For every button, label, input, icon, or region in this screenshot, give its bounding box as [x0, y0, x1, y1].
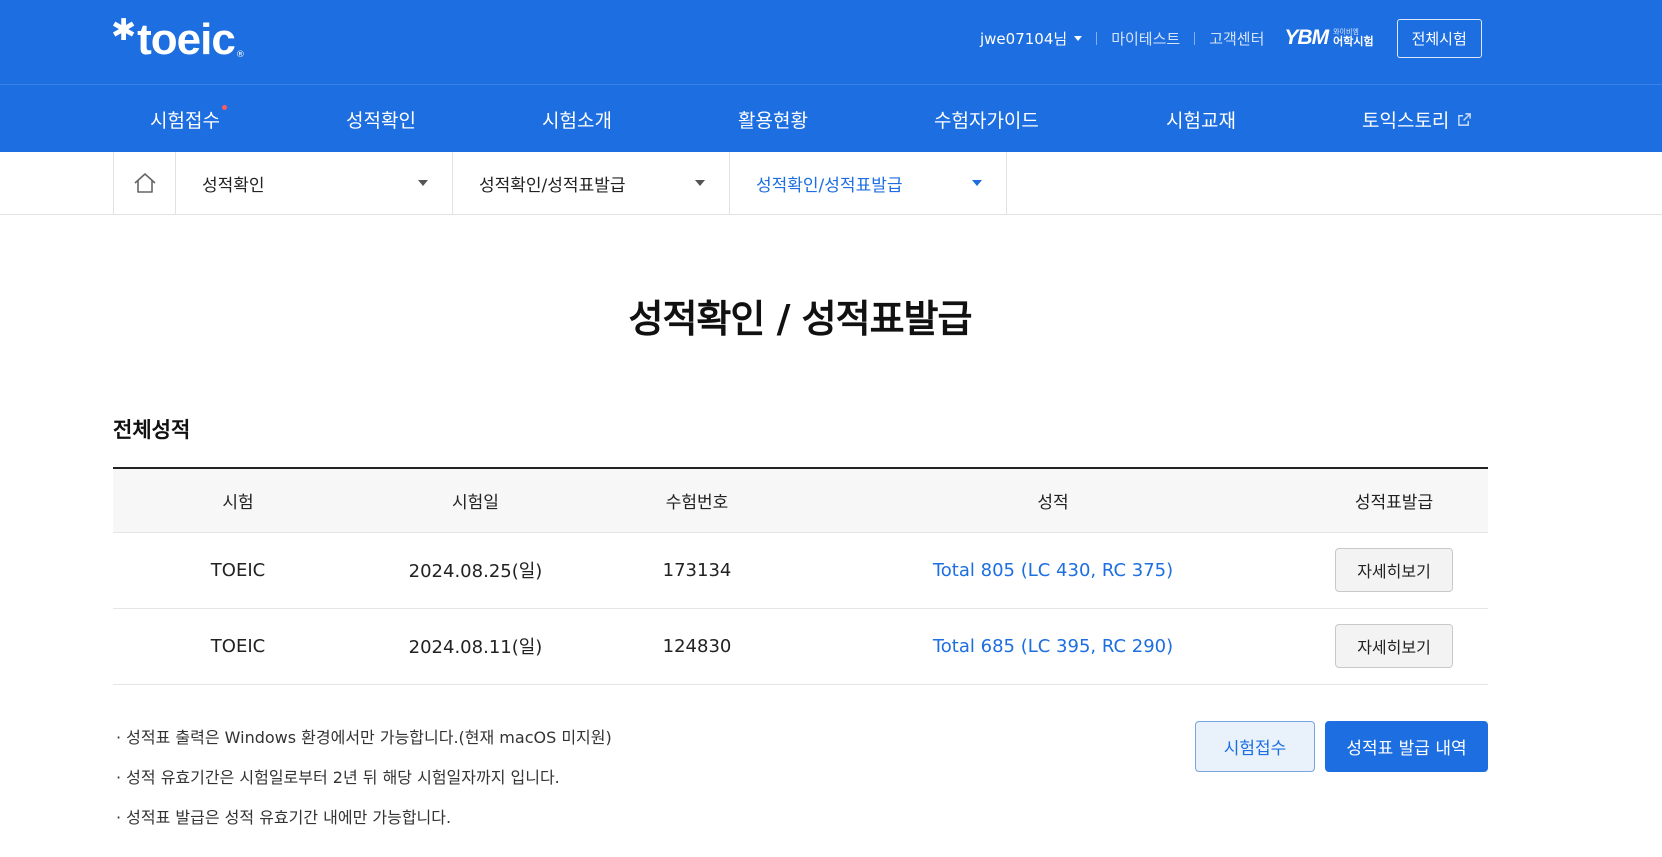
customer-center-link[interactable]: 고객센터: [1209, 28, 1264, 49]
nav-item-registration[interactable]: 시험접수: [150, 85, 227, 153]
cell-action: 자세히보기: [1300, 532, 1488, 609]
table-body: TOEIC 2024.08.25(일) 173134 Total 805 (LC…: [113, 532, 1488, 685]
page-title: 성적확인 / 성적표발급: [628, 297, 973, 341]
score-link[interactable]: Total 685 (LC 395, RC 290): [933, 636, 1173, 657]
breadcrumb: 성적확인 성적확인/성적표발급 성적확인/성적표발급: [0, 152, 1662, 215]
ybm-mark: YBM: [1284, 26, 1329, 49]
notice-list: · 성적표 출력은 Windows 환경에서만 가능합니다.(현재 macOS …: [116, 724, 612, 844]
ybm-text-block: 와이비엠 어학시험: [1333, 28, 1374, 48]
table-row: TOEIC 2024.08.25(일) 173134 Total 805 (LC…: [113, 532, 1488, 609]
home-button[interactable]: [113, 152, 176, 214]
nav-item-usage[interactable]: 활용현황: [738, 85, 808, 153]
logo-wordmark: toeic: [137, 15, 236, 64]
column-header-number: 수험번호: [588, 468, 806, 533]
util-divider: [1096, 31, 1098, 45]
nav-item-story[interactable]: 토익스토리: [1362, 85, 1472, 153]
column-header-date: 시험일: [363, 468, 588, 533]
notice-item: · 성적 유효기간은 시험일로부터 2년 뒤 해당 시험일자까지 입니다.: [116, 768, 560, 787]
column-header-score: 성적: [806, 468, 1300, 533]
table-header: 시험 시험일 수험번호 성적 성적표발급: [113, 468, 1488, 533]
breadcrumb-depth2-label: 성적확인/성적표발급: [479, 175, 626, 196]
nav-item-label: 토익스토리: [1362, 109, 1450, 132]
report-history-button[interactable]: 성적표 발급 내역: [1325, 721, 1488, 772]
breadcrumb-depth3-label: 성적확인/성적표발급: [756, 175, 903, 196]
exam-registration-button[interactable]: 시험접수: [1195, 721, 1315, 772]
section-title: 전체성적: [113, 418, 191, 442]
my-test-link[interactable]: 마이테스트: [1111, 28, 1180, 49]
score-table: 시험 시험일 수험번호 성적 성적표발급 TOEIC 2024.08.25(일)…: [113, 467, 1488, 685]
global-nav: 시험접수 성적확인 시험소개 활용현황 수험자가이드 시험교재 토익스토리: [0, 84, 1662, 152]
column-header-report: 성적표발급: [1300, 468, 1488, 533]
external-link-icon: [1458, 112, 1472, 126]
logo-asterisk-icon: ✱: [111, 13, 137, 48]
new-dot-indicator: [221, 105, 227, 110]
cell-score: Total 685 (LC 395, RC 290): [806, 608, 1300, 685]
cell-score: Total 805 (LC 430, RC 375): [806, 532, 1300, 609]
breadcrumb-depth2-select[interactable]: 성적확인/성적표발급: [453, 152, 730, 214]
cell-action: 자세히보기: [1300, 608, 1488, 685]
ybm-logo[interactable]: YBM 와이비엠 어학시험: [1284, 26, 1373, 50]
caret-down-icon: [972, 180, 982, 186]
nav-item-label: 시험소개: [542, 109, 612, 132]
toeic-logo[interactable]: ✱ toeic ®: [111, 13, 245, 64]
cell-date: 2024.08.11(일): [363, 608, 588, 685]
all-tests-button[interactable]: 전체시험: [1396, 18, 1482, 58]
caret-down-icon: [418, 180, 428, 186]
cell-exam: TOEIC: [113, 532, 363, 609]
nav-item-guide[interactable]: 수험자가이드: [934, 85, 1039, 153]
cell-number: 173134: [588, 532, 806, 609]
cell-number: 124830: [588, 608, 806, 685]
caret-down-icon: [1074, 35, 1083, 41]
nav-item-books[interactable]: 시험교재: [1166, 85, 1236, 153]
score-link[interactable]: Total 805 (LC 430, RC 375): [933, 560, 1173, 581]
nav-item-label: 시험접수: [150, 109, 220, 132]
logo-registered-mark: ®: [235, 50, 245, 60]
table-header-row: 시험 시험일 수험번호 성적 성적표발급: [113, 468, 1488, 533]
nav-item-label: 수험자가이드: [934, 109, 1039, 132]
view-details-button[interactable]: 자세히보기: [1335, 624, 1453, 668]
nav-item-label: 성적확인: [346, 109, 416, 132]
top-header: ✱ toeic ® jwe07104님 마이테스트 고객센터 YBM 와이비엠 …: [0, 0, 1662, 84]
column-header-exam: 시험: [113, 468, 363, 533]
cell-exam: TOEIC: [113, 608, 363, 685]
user-name: jwe07104님: [980, 29, 1068, 48]
nav-item-label: 시험교재: [1166, 109, 1236, 132]
ybm-main-text: 어학시험: [1333, 35, 1374, 48]
breadcrumb-depth1-label: 성적확인: [202, 175, 265, 196]
nav-item-introduction[interactable]: 시험소개: [542, 85, 612, 153]
notice-item: · 성적표 발급은 성적 유효기간 내에만 가능합니다.: [116, 808, 452, 827]
view-details-button[interactable]: 자세히보기: [1335, 548, 1453, 592]
breadcrumb-depth1-select[interactable]: 성적확인: [176, 152, 453, 214]
nav-item-label: 활용현황: [738, 109, 808, 132]
nav-item-scores[interactable]: 성적확인: [346, 85, 416, 153]
caret-down-icon: [695, 180, 705, 186]
cell-date: 2024.08.25(일): [363, 532, 588, 609]
table-row: TOEIC 2024.08.11(일) 124830 Total 685 (LC…: [113, 608, 1488, 685]
breadcrumb-depth3-select[interactable]: 성적확인/성적표발급: [730, 152, 1007, 214]
util-divider: [1194, 31, 1196, 45]
home-icon: [133, 173, 156, 193]
utility-nav: jwe07104님 마이테스트 고객센터 YBM 와이비엠 어학시험 전체시험: [980, 18, 1482, 58]
notice-item: · 성적표 출력은 Windows 환경에서만 가능합니다.(현재 macOS …: [116, 728, 612, 747]
user-menu[interactable]: jwe07104님: [980, 28, 1083, 49]
ybm-small-text: 와이비엠: [1333, 28, 1359, 36]
